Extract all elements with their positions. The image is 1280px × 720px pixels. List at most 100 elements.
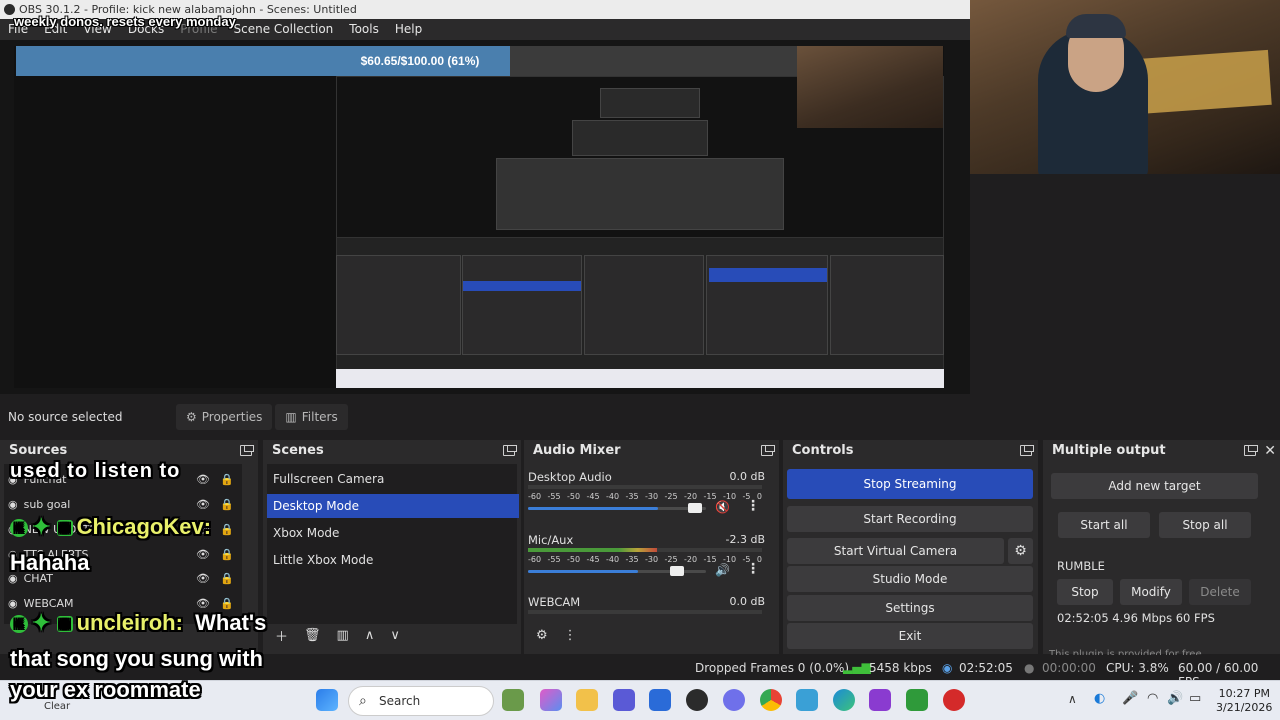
speaker-icon[interactable]: 🔊 (715, 563, 730, 577)
more-options-icon[interactable]: ⋮ (746, 561, 760, 577)
app-icon[interactable] (796, 689, 818, 711)
microphone-icon[interactable]: 🎤 (1122, 691, 1138, 706)
wifi-icon[interactable]: ◠ (1147, 691, 1158, 706)
volume-slider[interactable] (528, 503, 706, 513)
volume-slider[interactable] (528, 566, 706, 576)
eye-icon[interactable]: 👁 (196, 569, 210, 589)
tray-app-icon[interactable]: ◐ (1094, 691, 1105, 706)
properties-button[interactable]: ⚙ Properties (176, 404, 273, 430)
cpu-usage: CPU: 3.8% (1106, 661, 1169, 675)
eye-icon[interactable]: 👁 (196, 470, 210, 490)
undock-icon[interactable] (761, 445, 775, 456)
lock-icon[interactable]: 🔒 (220, 569, 234, 589)
stop-streaming-button[interactable]: Stop Streaming (787, 469, 1033, 499)
add-scene-icon[interactable]: ＋ (275, 626, 288, 645)
scene-item[interactable]: Little Xbox Mode (267, 548, 519, 572)
chat-overlay-line-6: your ex roommate (10, 677, 201, 702)
scenes-panel: Scenes Fullscreen Camera Desktop Mode Xb… (263, 440, 521, 654)
settings-button[interactable]: Settings (787, 595, 1033, 621)
lock-icon[interactable]: 🔒 (220, 545, 234, 565)
start-virtual-camera-button[interactable]: Start Virtual Camera (787, 538, 1004, 564)
nested-taskbar (336, 369, 944, 388)
stop-all-button[interactable]: Stop all (1159, 512, 1251, 538)
target-stop-button[interactable]: Stop (1057, 579, 1113, 605)
filters-button[interactable]: ▥ Filters (275, 404, 348, 430)
move-down-icon[interactable]: ∨ (390, 628, 400, 643)
chat-overlay-line-1: used to listen to (10, 460, 181, 482)
gear-icon[interactable]: ⚙ (536, 628, 548, 643)
chat-username: ChicagoKev: (76, 514, 212, 539)
nested-preview-window-2 (496, 158, 784, 230)
virtual-camera-settings-icon[interactable]: ⚙ (1008, 538, 1033, 564)
app-icon-2[interactable] (869, 689, 891, 711)
taskbar-search[interactable]: ⌕ Search (348, 686, 494, 716)
source-icon: ◉ (8, 498, 18, 511)
xbox-icon[interactable] (906, 689, 928, 711)
teams-icon[interactable] (613, 689, 635, 711)
source-toolbar: No source selected ⚙ Properties ▥ Filters (0, 403, 1280, 431)
mixer-title: Audio Mixer (533, 443, 621, 458)
streaming-icon: ◉ (942, 661, 953, 675)
nested-multi-output-panel (830, 255, 944, 355)
edge-icon[interactable] (833, 689, 855, 711)
widgets-icon[interactable] (502, 689, 524, 711)
lock-icon[interactable]: 🔒 (220, 470, 234, 490)
scene-item[interactable]: Xbox Mode (267, 521, 519, 545)
taskbar-clock[interactable]: 10:27 PM 3/21/2026 (1216, 687, 1272, 715)
menu-tools[interactable]: Tools (341, 19, 387, 40)
start-all-button[interactable]: Start all (1058, 512, 1150, 538)
obs-taskbar-icon[interactable] (686, 689, 708, 711)
scene-item-selected[interactable]: Desktop Mode (267, 494, 519, 518)
start-recording-button[interactable]: Start Recording (787, 506, 1033, 532)
muted-speaker-icon[interactable]: 🔇 (715, 500, 730, 514)
filter-icon: ▥ (285, 410, 297, 424)
target-modify-button[interactable]: Modify (1120, 579, 1182, 605)
battery-icon[interactable]: ▭ (1189, 691, 1201, 706)
copilot-icon[interactable] (540, 689, 562, 711)
nested-selected-scene (463, 281, 581, 291)
move-up-icon[interactable]: ∧ (365, 628, 375, 643)
level-meter (528, 548, 762, 552)
bitrate: 5458 kbps (869, 661, 932, 675)
lock-icon[interactable]: 🔒 (220, 520, 234, 540)
more-options-icon[interactable]: ⋮ (746, 498, 760, 514)
menu-scene-collection[interactable]: Scene Collection (226, 19, 342, 40)
more-options-icon[interactable]: ⋮ (564, 628, 577, 643)
plugin-footer: This plugin is provided for free (1049, 649, 1202, 655)
target-delete-button[interactable]: Delete (1189, 579, 1251, 605)
sources-title: Sources (9, 443, 68, 458)
volume-icon[interactable]: 🔊 (1167, 691, 1183, 706)
lock-icon[interactable]: 🔒 (220, 495, 234, 515)
signal-icon: ▂▄▆ (843, 660, 871, 674)
undock-icon[interactable] (240, 445, 254, 456)
undock-icon[interactable] (1020, 445, 1034, 456)
scene-filters-icon[interactable]: ▥ (337, 628, 349, 643)
nested-preview-window-3 (600, 88, 700, 118)
kick-badge-icon: K (10, 615, 28, 634)
eye-icon[interactable]: 👁 (196, 495, 210, 515)
stream-time: 02:52:05 (959, 661, 1013, 675)
menu-help[interactable]: Help (387, 19, 430, 40)
file-explorer-icon[interactable] (576, 689, 598, 711)
search-icon: ⌕ (359, 693, 367, 709)
app-icon-3[interactable] (943, 689, 965, 711)
undock-icon[interactable] (503, 445, 517, 456)
remove-scene-icon[interactable]: 🗑 (304, 628, 321, 643)
chrome-icon[interactable] (760, 689, 782, 711)
discord-icon[interactable] (723, 689, 745, 711)
eye-icon[interactable]: 👁 (196, 545, 210, 565)
scenes-toolbar: ＋ 🗑 ▥ ∧ ∨ (275, 626, 400, 645)
undock-icon[interactable] (1244, 445, 1258, 456)
chat-overlay-line-3: Hahaha (10, 550, 90, 575)
store-icon[interactable] (649, 689, 671, 711)
properties-label: Properties (201, 410, 263, 424)
scene-item[interactable]: Fullscreen Camera (267, 467, 519, 491)
close-icon[interactable]: ✕ (1264, 440, 1276, 462)
chevron-up-icon[interactable]: ∧ (1068, 692, 1077, 706)
studio-mode-button[interactable]: Studio Mode (787, 566, 1033, 592)
exit-button[interactable]: Exit (787, 623, 1033, 649)
windows-start-icon[interactable] (316, 689, 338, 711)
source-item[interactable]: ◉ sub goal 👁 🔒 (8, 495, 244, 515)
add-new-target-button[interactable]: Add new target (1051, 473, 1258, 499)
search-label: Search (379, 694, 421, 708)
